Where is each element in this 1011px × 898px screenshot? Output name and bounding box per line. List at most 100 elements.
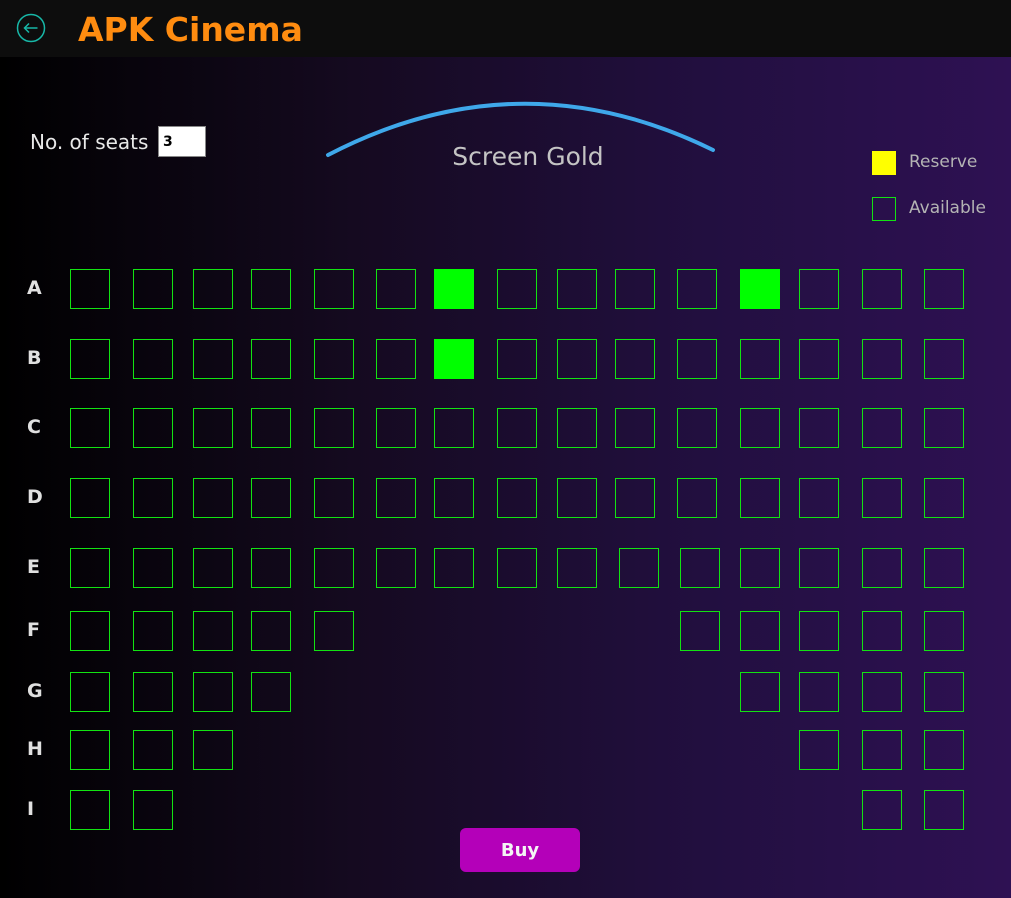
seat-d9[interactable] xyxy=(557,478,597,518)
seat-d7[interactable] xyxy=(434,478,474,518)
seat-c9[interactable] xyxy=(557,408,597,448)
seat-e14[interactable] xyxy=(862,548,902,588)
seat-a5[interactable] xyxy=(314,269,354,309)
seat-g1[interactable] xyxy=(70,672,110,712)
seat-e5[interactable] xyxy=(314,548,354,588)
seat-e4[interactable] xyxy=(251,548,291,588)
seat-h13[interactable] xyxy=(799,730,839,770)
seat-f1[interactable] xyxy=(70,611,110,651)
seat-g15[interactable] xyxy=(924,672,964,712)
seat-b11[interactable] xyxy=(677,339,717,379)
seats-count-input[interactable] xyxy=(158,126,206,157)
seat-e3[interactable] xyxy=(193,548,233,588)
buy-button[interactable]: Buy xyxy=(460,828,580,872)
seat-a10[interactable] xyxy=(615,269,655,309)
seat-f12[interactable] xyxy=(740,611,780,651)
seat-a11[interactable] xyxy=(677,269,717,309)
seat-c12[interactable] xyxy=(740,408,780,448)
seat-a13[interactable] xyxy=(799,269,839,309)
seat-a12[interactable] xyxy=(740,269,780,309)
seat-f11[interactable] xyxy=(680,611,720,651)
seat-b12[interactable] xyxy=(740,339,780,379)
seat-f13[interactable] xyxy=(799,611,839,651)
seat-e10[interactable] xyxy=(619,548,659,588)
seat-e7[interactable] xyxy=(434,548,474,588)
seat-c4[interactable] xyxy=(251,408,291,448)
seat-f2[interactable] xyxy=(133,611,173,651)
seat-e1[interactable] xyxy=(70,548,110,588)
seat-h1[interactable] xyxy=(70,730,110,770)
seat-b8[interactable] xyxy=(497,339,537,379)
seat-b5[interactable] xyxy=(314,339,354,379)
seat-d1[interactable] xyxy=(70,478,110,518)
seat-i2[interactable] xyxy=(133,790,173,830)
seat-d4[interactable] xyxy=(251,478,291,518)
seat-e15[interactable] xyxy=(924,548,964,588)
seat-a15[interactable] xyxy=(924,269,964,309)
seat-i14[interactable] xyxy=(862,790,902,830)
seat-e13[interactable] xyxy=(799,548,839,588)
seat-d14[interactable] xyxy=(862,478,902,518)
seat-d15[interactable] xyxy=(924,478,964,518)
seat-b10[interactable] xyxy=(615,339,655,379)
seat-f5[interactable] xyxy=(314,611,354,651)
seat-f4[interactable] xyxy=(251,611,291,651)
back-arrow-circle-icon[interactable] xyxy=(16,13,46,43)
seat-c3[interactable] xyxy=(193,408,233,448)
seat-h15[interactable] xyxy=(924,730,964,770)
seat-e2[interactable] xyxy=(133,548,173,588)
seat-c13[interactable] xyxy=(799,408,839,448)
seat-d6[interactable] xyxy=(376,478,416,518)
seat-a8[interactable] xyxy=(497,269,537,309)
seat-c14[interactable] xyxy=(862,408,902,448)
seat-b13[interactable] xyxy=(799,339,839,379)
seat-h14[interactable] xyxy=(862,730,902,770)
seat-a6[interactable] xyxy=(376,269,416,309)
seat-a1[interactable] xyxy=(70,269,110,309)
seat-g3[interactable] xyxy=(193,672,233,712)
seat-b1[interactable] xyxy=(70,339,110,379)
seat-d12[interactable] xyxy=(740,478,780,518)
seat-a3[interactable] xyxy=(193,269,233,309)
seat-f15[interactable] xyxy=(924,611,964,651)
seat-g4[interactable] xyxy=(251,672,291,712)
seat-g2[interactable] xyxy=(133,672,173,712)
seat-b4[interactable] xyxy=(251,339,291,379)
seat-d2[interactable] xyxy=(133,478,173,518)
seat-d8[interactable] xyxy=(497,478,537,518)
seat-c5[interactable] xyxy=(314,408,354,448)
seat-d3[interactable] xyxy=(193,478,233,518)
seat-g12[interactable] xyxy=(740,672,780,712)
seat-e8[interactable] xyxy=(497,548,537,588)
seat-a4[interactable] xyxy=(251,269,291,309)
seat-b15[interactable] xyxy=(924,339,964,379)
seat-h3[interactable] xyxy=(193,730,233,770)
seat-f14[interactable] xyxy=(862,611,902,651)
seat-d5[interactable] xyxy=(314,478,354,518)
seat-a7[interactable] xyxy=(434,269,474,309)
seat-f3[interactable] xyxy=(193,611,233,651)
seat-c1[interactable] xyxy=(70,408,110,448)
seat-c2[interactable] xyxy=(133,408,173,448)
seat-c10[interactable] xyxy=(615,408,655,448)
seat-d10[interactable] xyxy=(615,478,655,518)
seat-e9[interactable] xyxy=(557,548,597,588)
seat-i15[interactable] xyxy=(924,790,964,830)
seat-c6[interactable] xyxy=(376,408,416,448)
seat-i1[interactable] xyxy=(70,790,110,830)
seat-c7[interactable] xyxy=(434,408,474,448)
seat-c8[interactable] xyxy=(497,408,537,448)
seat-b9[interactable] xyxy=(557,339,597,379)
seat-b6[interactable] xyxy=(376,339,416,379)
seat-a9[interactable] xyxy=(557,269,597,309)
seat-b7[interactable] xyxy=(434,339,474,379)
seat-a14[interactable] xyxy=(862,269,902,309)
seat-e12[interactable] xyxy=(740,548,780,588)
seat-d11[interactable] xyxy=(677,478,717,518)
seat-c11[interactable] xyxy=(677,408,717,448)
seat-c15[interactable] xyxy=(924,408,964,448)
seat-d13[interactable] xyxy=(799,478,839,518)
seat-e11[interactable] xyxy=(680,548,720,588)
seat-e6[interactable] xyxy=(376,548,416,588)
seat-a2[interactable] xyxy=(133,269,173,309)
